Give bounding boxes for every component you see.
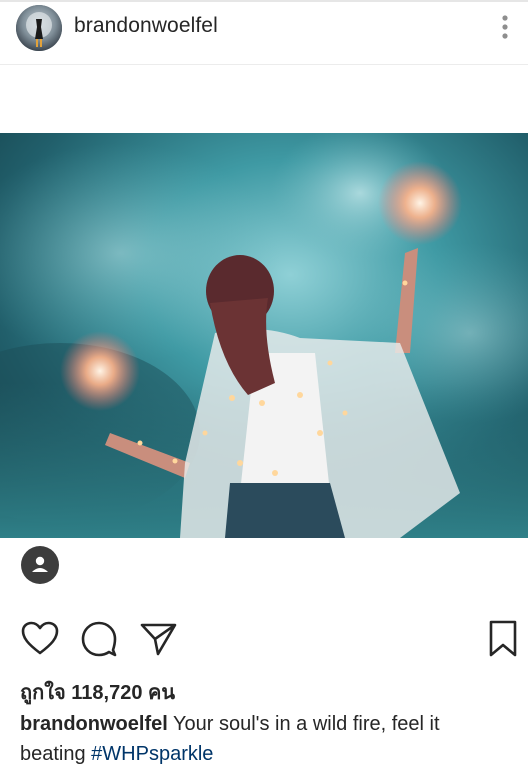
caption-username[interactable]: brandonwoelfel bbox=[20, 713, 168, 735]
tagged-people-button[interactable] bbox=[21, 546, 59, 584]
post-caption: brandonwoelfel Your soul's in a wild fir… bbox=[20, 709, 510, 769]
comment-icon bbox=[81, 621, 117, 657]
caption-hashtag[interactable]: #WHPsparkle bbox=[91, 743, 213, 765]
post-username[interactable]: brandonwoelfel bbox=[74, 14, 218, 38]
send-icon bbox=[140, 623, 177, 656]
save-button[interactable] bbox=[483, 618, 523, 658]
tagged-person-icon bbox=[32, 556, 48, 572]
profile-avatar[interactable] bbox=[16, 5, 62, 51]
more-options-button[interactable] bbox=[498, 14, 512, 42]
post-header: brandonwoelfel bbox=[0, 2, 528, 65]
post-photo[interactable] bbox=[0, 133, 528, 538]
heart-icon bbox=[21, 621, 59, 655]
more-vertical-icon bbox=[502, 15, 508, 39]
like-button[interactable] bbox=[20, 618, 60, 658]
bookmark-icon bbox=[489, 620, 517, 657]
photo-sparkler-woman bbox=[0, 133, 528, 538]
share-button[interactable] bbox=[138, 618, 178, 658]
post-actions-bar bbox=[0, 618, 528, 664]
comment-button[interactable] bbox=[79, 618, 119, 658]
likes-count[interactable]: ถูกใจ 118,720 คน bbox=[20, 676, 175, 708]
avatar-image bbox=[16, 5, 62, 51]
